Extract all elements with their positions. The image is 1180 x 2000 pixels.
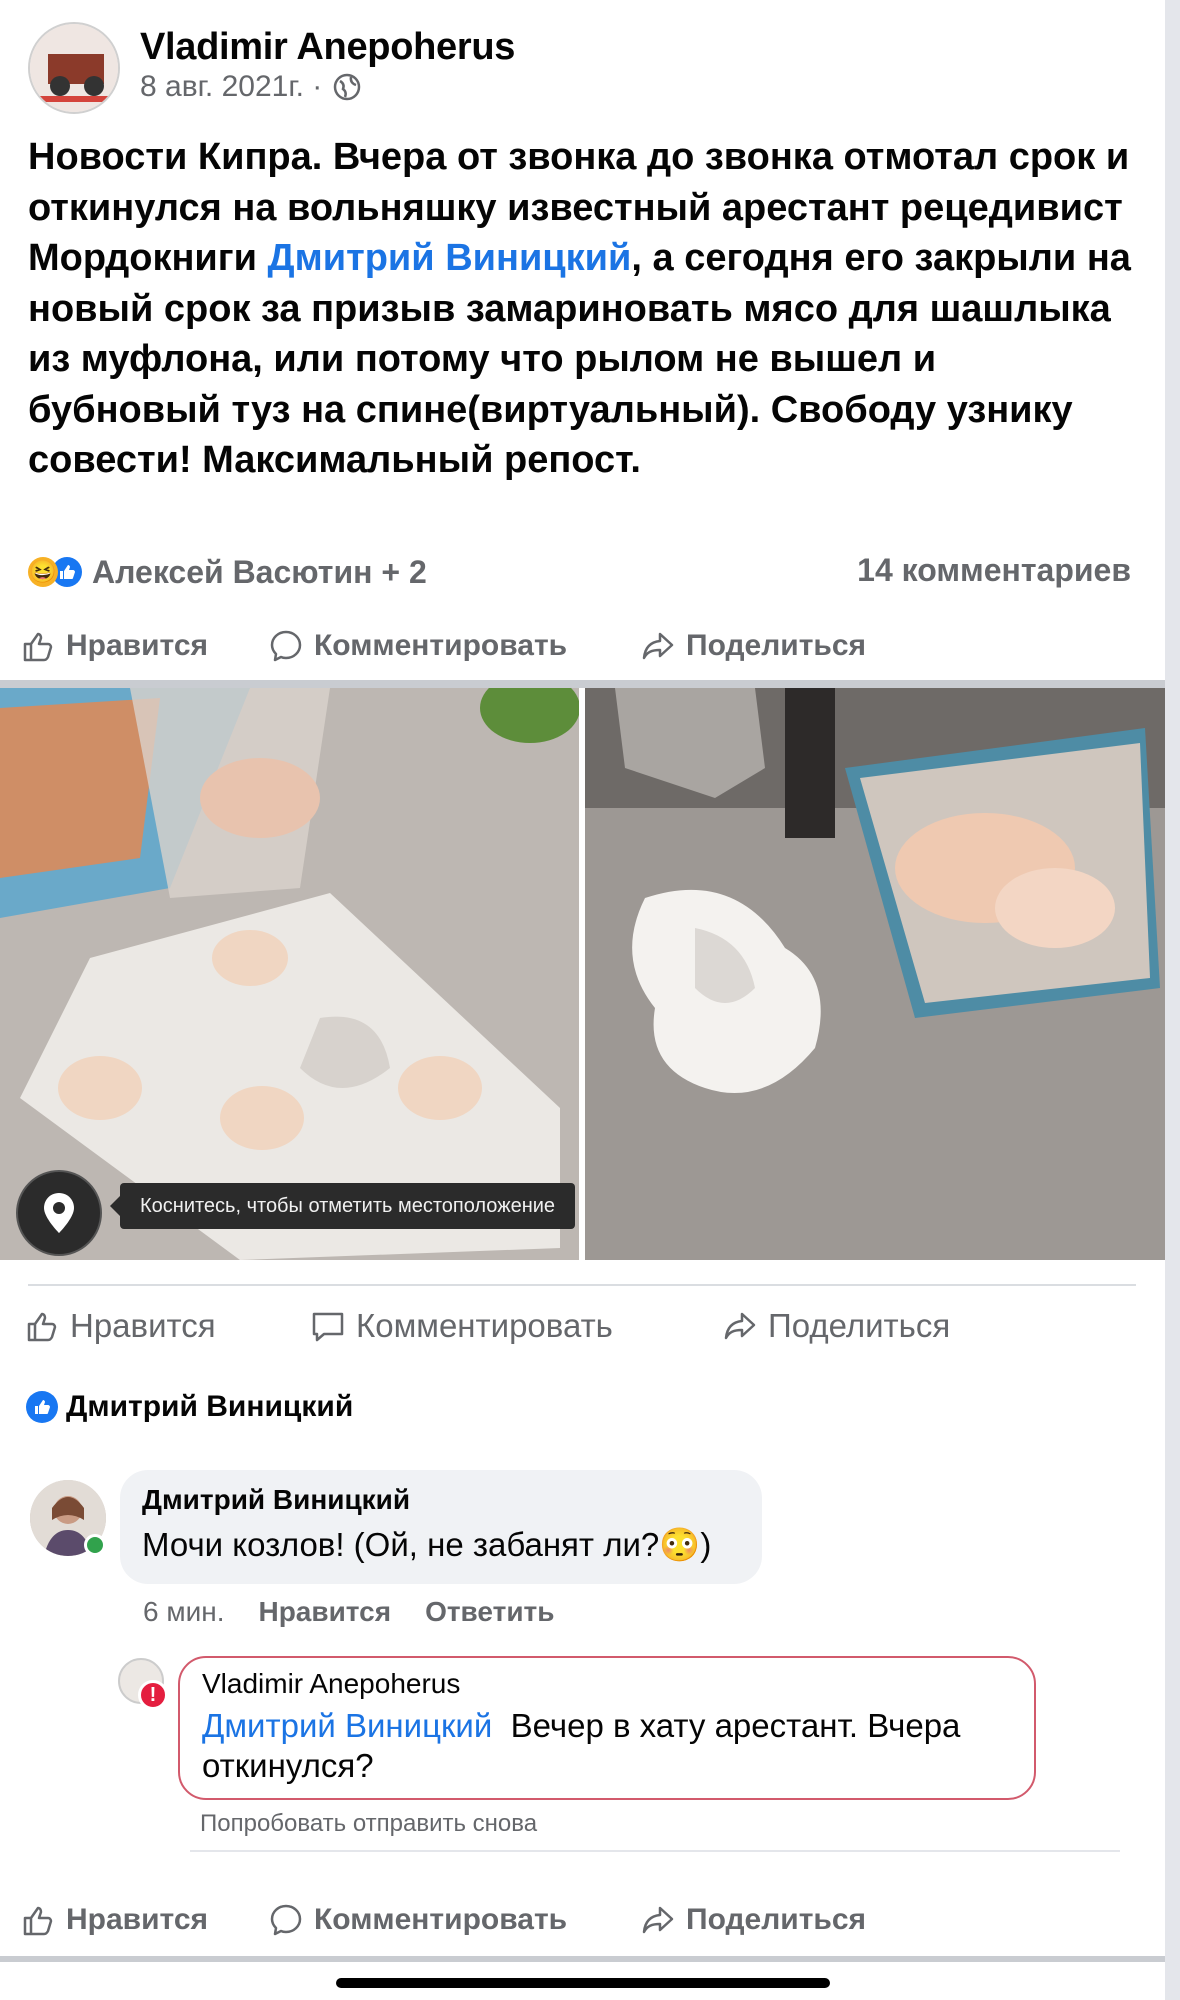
thumbs-up-icon: [23, 1906, 53, 1936]
comments-count[interactable]: 14 комментариев: [857, 552, 1131, 589]
thumbs-up-icon: [27, 1312, 57, 1342]
post-date[interactable]: 8 авг. 2021г. ·: [140, 70, 322, 104]
comment-text: Мочи козлов! (Ой, не забанят ли?😳): [142, 1526, 712, 1563]
reply-bubble-failed[interactable]: Vladimir Anepoherus Дмитрий Виницкий Веч…: [178, 1656, 1036, 1800]
reply-mention-link[interactable]: Дмитрий Виницкий: [202, 1707, 492, 1744]
comment-label: Комментировать: [314, 629, 568, 662]
reactions-summary[interactable]: 😆 Алексей Васютин + 2: [28, 552, 427, 592]
divider: [28, 1284, 1136, 1286]
reply-author[interactable]: Vladimir Anepoherus: [202, 1668, 1012, 1700]
comment-icon: [270, 1904, 302, 1936]
home-indicator[interactable]: [336, 1978, 830, 1988]
comment-meta: 6 мин. Нравится Ответить: [143, 1596, 554, 1628]
online-status-dot: [84, 1534, 106, 1556]
share-button-3[interactable]: Поделиться: [640, 1902, 866, 1938]
photo-grid: [0, 688, 1165, 1260]
comment-label: Комментировать: [314, 1903, 568, 1936]
error-icon: !: [138, 1680, 168, 1710]
comment-label: Комментировать: [356, 1307, 613, 1344]
action-row-bottom: Нравится Комментировать Поделиться: [0, 1890, 1165, 1950]
comment-button-2[interactable]: Комментировать: [310, 1307, 613, 1345]
comment-icon: [270, 630, 302, 662]
comment-author[interactable]: Дмитрий Виницкий: [142, 1484, 740, 1516]
like-label: Нравится: [66, 1903, 209, 1936]
reaction-user-line[interactable]: Дмитрий Виницкий: [26, 1390, 353, 1424]
like-button-3[interactable]: Нравится: [20, 1902, 208, 1938]
comment-bubble[interactable]: Дмитрий Виницкий Мочи козлов! (Ой, не за…: [120, 1470, 762, 1584]
author-avatar[interactable]: [28, 22, 120, 114]
photo-right[interactable]: [585, 688, 1165, 1260]
like-reaction-icon: [26, 1391, 58, 1423]
comment-like-button[interactable]: Нравится: [258, 1596, 391, 1628]
like-button[interactable]: Нравится: [20, 628, 208, 664]
author-name[interactable]: Vladimir Anepoherus: [140, 26, 515, 69]
like-label: Нравится: [66, 629, 209, 662]
comment-button-3[interactable]: Комментировать: [268, 1902, 567, 1938]
globe-icon: [334, 73, 361, 101]
reaction-user-name: Дмитрий Виницкий: [66, 1390, 354, 1423]
divider: [0, 1956, 1165, 1962]
share-label: Поделиться: [686, 629, 867, 662]
location-tooltip: Коснитесь, чтобы отметить местоположение: [109, 1183, 576, 1229]
share-button[interactable]: Поделиться: [640, 628, 866, 664]
share-label: Поделиться: [768, 1307, 951, 1344]
share-button-2[interactable]: Поделиться: [722, 1307, 950, 1345]
action-row-middle: Нравится Комментировать Поделиться: [0, 1296, 1165, 1356]
location-pin-icon: [44, 1193, 74, 1233]
haha-reaction-icon: 😆: [28, 557, 58, 587]
like-label: Нравится: [70, 1307, 216, 1344]
like-button-2[interactable]: Нравится: [24, 1307, 216, 1345]
divider: [0, 680, 1165, 688]
thumbs-up-icon: [23, 632, 53, 662]
scroll-edge: [1165, 0, 1180, 2000]
action-row-top: Нравится Комментировать Поделиться: [0, 616, 1165, 676]
comment-button[interactable]: Комментировать: [268, 628, 567, 664]
comment-icon: [312, 1312, 344, 1342]
comment-time: 6 мин.: [143, 1596, 225, 1627]
share-label: Поделиться: [686, 1903, 867, 1936]
photo-left[interactable]: [0, 688, 579, 1260]
comment-reply-button[interactable]: Ответить: [425, 1596, 554, 1628]
location-pin-button[interactable]: [16, 1170, 102, 1256]
share-icon: [724, 1312, 756, 1340]
post-text: Новости Кипра. Вчера от звонка до звонка…: [28, 132, 1138, 486]
post-meta: 8 авг. 2021г. ·: [140, 70, 362, 104]
retry-send-link[interactable]: Попробовать отправить снова: [200, 1810, 537, 1838]
reply-text: Дмитрий Виницкий Вечер в хату арестант. …: [202, 1706, 1012, 1786]
post-card: Vladimir Anepoherus 8 авг. 2021г. · Ново…: [0, 0, 1165, 2000]
share-icon: [642, 632, 674, 660]
reactions-names: Алексей Васютин + 2: [92, 553, 427, 590]
post-mention-link[interactable]: Дмитрий Виницкий: [268, 237, 632, 279]
share-icon: [642, 1906, 674, 1934]
